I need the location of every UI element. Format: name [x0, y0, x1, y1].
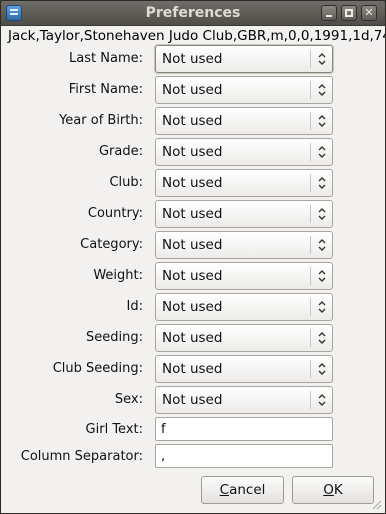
up-down-arrows-icon: [318, 363, 326, 375]
last-name-combo[interactable]: Not used: [155, 45, 333, 73]
up-down-arrows-icon: [318, 394, 326, 406]
sex-label: Sex:: [114, 392, 143, 407]
girl-text-input[interactable]: [156, 418, 332, 440]
club-seeding-combo[interactable]: Not used: [155, 355, 333, 383]
maximize-button[interactable]: [341, 5, 357, 21]
last-name-label: Last Name:: [69, 51, 143, 66]
minimize-button[interactable]: [321, 5, 337, 21]
combo-value: Not used: [162, 268, 223, 284]
combo-separator: [310, 360, 311, 378]
year-of-birth-combo[interactable]: Not used: [155, 107, 333, 135]
combo-value: Not used: [162, 82, 223, 98]
combo-separator: [310, 81, 311, 99]
weight-combo[interactable]: Not used: [155, 262, 333, 290]
year-of-birth-label: Year of Birth:: [59, 113, 143, 128]
up-down-arrows-icon: [318, 301, 326, 313]
combo-separator: [310, 236, 311, 254]
seeding-label: Seeding:: [86, 330, 143, 345]
combo-value: Not used: [162, 144, 223, 160]
country-combo[interactable]: Not used: [155, 200, 333, 228]
cancel-button[interactable]: Cancel: [201, 476, 284, 504]
close-button[interactable]: ✕: [361, 5, 377, 21]
combo-separator: [310, 298, 311, 316]
resize-grip-icon[interactable]: [372, 500, 382, 510]
club-seeding-label: Club Seeding:: [52, 361, 143, 376]
combo-value: Not used: [162, 175, 223, 191]
up-down-arrows-icon: [318, 84, 326, 96]
country-label: Country:: [87, 206, 143, 221]
title-bar[interactable]: Preferences ✕: [1, 1, 385, 26]
combo-value: Not used: [162, 299, 223, 315]
combo-separator: [310, 174, 311, 192]
preferences-window: Preferences ✕ Jack,Taylor,Stonehaven Jud…: [0, 0, 386, 514]
up-down-arrows-icon: [318, 177, 326, 189]
up-down-arrows-icon: [318, 53, 326, 65]
grade-combo[interactable]: Not used: [155, 138, 333, 166]
up-down-arrows-icon: [318, 270, 326, 282]
combo-separator: [310, 50, 311, 68]
combo-separator: [310, 267, 311, 285]
combo-separator: [310, 391, 311, 409]
category-combo[interactable]: Not used: [155, 231, 333, 259]
grade-label: Grade:: [98, 144, 143, 159]
seeding-combo[interactable]: Not used: [155, 324, 333, 352]
ok-mnemonic: O: [323, 482, 334, 498]
combo-value: Not used: [162, 330, 223, 346]
combo-separator: [310, 205, 311, 223]
up-down-arrows-icon: [318, 239, 326, 251]
combo-separator: [310, 112, 311, 130]
combo-value: Not used: [162, 237, 223, 253]
up-down-arrows-icon: [318, 146, 326, 158]
ok-label-rest: K: [333, 482, 343, 498]
id-combo[interactable]: Not used: [155, 293, 333, 321]
weight-label: Weight:: [93, 268, 143, 283]
combo-separator: [310, 329, 311, 347]
up-down-arrows-icon: [318, 332, 326, 344]
combo-separator: [310, 143, 311, 161]
cancel-mnemonic: C: [219, 482, 230, 498]
first-name-label: First Name:: [68, 82, 143, 97]
combo-value: Not used: [162, 361, 223, 377]
girl-text-field-box: [155, 417, 333, 441]
id-label: Id:: [126, 299, 143, 314]
up-down-arrows-icon: [318, 208, 326, 220]
girl-text-label: Girl Text:: [85, 422, 143, 437]
first-name-combo[interactable]: Not used: [155, 76, 333, 104]
ok-button[interactable]: OK: [292, 476, 374, 504]
club-combo[interactable]: Not used: [155, 169, 333, 197]
combo-value: Not used: [162, 392, 223, 408]
sample-data-line: Jack,Taylor,Stonehaven Judo Club,GBR,m,0…: [8, 28, 386, 44]
cancel-label-rest: ancel: [229, 482, 266, 498]
sex-combo[interactable]: Not used: [155, 386, 333, 414]
column-separator-input[interactable]: [156, 445, 332, 467]
column-separator-field-box: [155, 444, 333, 468]
column-separator-label: Column Separator:: [20, 449, 143, 464]
combo-value: Not used: [162, 113, 223, 129]
category-label: Category:: [80, 237, 143, 252]
combo-value: Not used: [162, 51, 223, 67]
up-down-arrows-icon: [318, 115, 326, 127]
club-label: Club:: [109, 175, 143, 190]
combo-value: Not used: [162, 206, 223, 222]
